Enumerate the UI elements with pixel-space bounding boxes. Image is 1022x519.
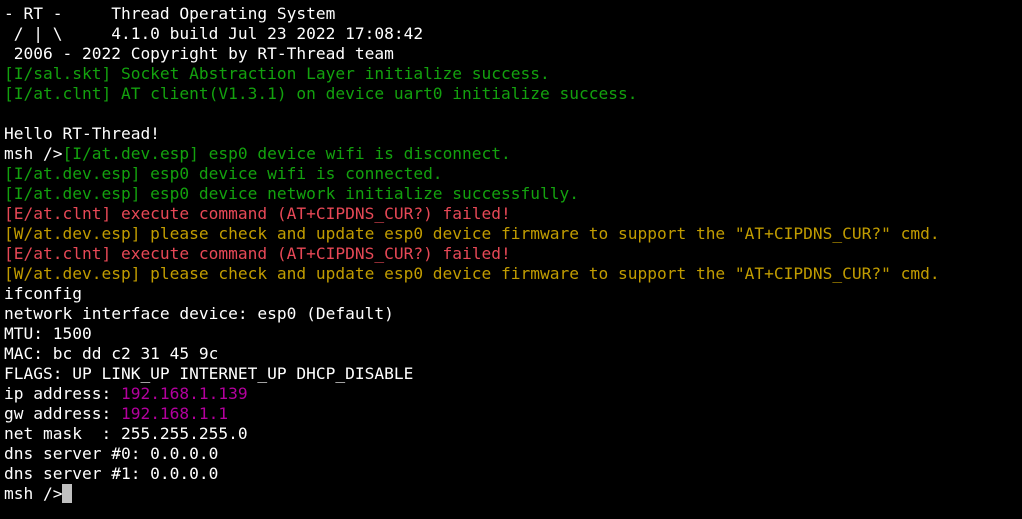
terminal-line: [I/at.dev.esp] esp0 device wifi is conne… [4,164,1022,184]
terminal-line: msh />[I/at.dev.esp] esp0 device wifi is… [4,144,1022,164]
shell-prompt: msh /> [4,484,63,503]
terminal-text-segment: net mask : 255.255.255.0 [4,424,248,443]
terminal-line: / | \ 4.1.0 build Jul 23 2022 17:08:42 [4,24,1022,44]
terminal-line: Hello RT-Thread! [4,124,1022,144]
terminal-line: MTU: 1500 [4,324,1022,344]
terminal-line: MAC: bc dd c2 31 45 9c [4,344,1022,364]
terminal-output[interactable]: - RT - Thread Operating System / | \ 4.1… [0,0,1022,519]
terminal-text-segment: gw address: [4,404,121,423]
terminal-line: [I/at.clnt] AT client(V1.3.1) on device … [4,84,1022,104]
terminal-text-segment: / | \ 4.1.0 build Jul 23 2022 17:08:42 [4,24,424,43]
terminal-text-segment: [I/at.dev.esp] esp0 device network initi… [4,184,579,203]
terminal-text-segment: FLAGS: UP LINK_UP INTERNET_UP DHCP_DISAB… [4,364,414,383]
terminal-line: [E/at.clnt] execute command (AT+CIPDNS_C… [4,204,1022,224]
terminal-text-segment: dns server #1: 0.0.0.0 [4,464,219,483]
terminal-text-segment: 192.168.1.1 [120,404,229,423]
terminal-line: net mask : 255.255.255.0 [4,424,1022,444]
terminal-text-segment: ip address: [4,384,121,403]
terminal-line: [W/at.dev.esp] please check and update e… [4,264,1022,284]
text-cursor [62,484,73,503]
terminal-text-segment: 192.168.1.139 [120,384,248,403]
terminal-line: ifconfig [4,284,1022,304]
terminal-text-segment: ifconfig [4,284,82,303]
terminal-text-segment: [E/at.clnt] execute command (AT+CIPDNS_C… [4,204,511,223]
terminal-line: network interface device: esp0 (Default) [4,304,1022,324]
terminal-text-segment: [W/at.dev.esp] please check and update e… [4,264,940,283]
terminal-line: [W/at.dev.esp] please check and update e… [4,224,1022,244]
terminal-text-segment: MTU: 1500 [4,324,92,343]
terminal-text-segment: MAC: bc dd c2 31 45 9c [4,344,219,363]
terminal-text-segment: [I/at.dev.esp] esp0 device wifi is disco… [62,144,511,163]
terminal-text-segment: - RT - Thread Operating System [4,4,336,23]
terminal-text-segment: dns server #0: 0.0.0.0 [4,444,219,463]
terminal-line: dns server #0: 0.0.0.0 [4,444,1022,464]
terminal-line: dns server #1: 0.0.0.0 [4,464,1022,484]
terminal-line: [I/sal.skt] Socket Abstraction Layer ini… [4,64,1022,84]
terminal-text-segment: [I/at.dev.esp] esp0 device wifi is conne… [4,164,443,183]
terminal-text-segment: [I/at.clnt] AT client(V1.3.1) on device … [4,84,638,103]
terminal-line: [I/at.dev.esp] esp0 device network initi… [4,184,1022,204]
terminal-text-segment: [W/at.dev.esp] please check and update e… [4,224,940,243]
terminal-line: - RT - Thread Operating System [4,4,1022,24]
terminal-text-segment: [E/at.clnt] execute command (AT+CIPDNS_C… [4,244,511,263]
terminal-text-segment: [I/sal.skt] Socket Abstraction Layer ini… [4,64,550,83]
terminal-text-segment: msh /> [4,144,63,163]
terminal-line: ip address: 192.168.1.139 [4,384,1022,404]
prompt-line[interactable]: msh /> [4,484,1022,504]
terminal-line: 2006 - 2022 Copyright by RT-Thread team [4,44,1022,64]
terminal-text-segment: network interface device: esp0 (Default) [4,304,394,323]
terminal-text-segment: 2006 - 2022 Copyright by RT-Thread team [4,44,394,63]
terminal-text-segment: Hello RT-Thread! [4,124,160,143]
terminal-line: FLAGS: UP LINK_UP INTERNET_UP DHCP_DISAB… [4,364,1022,384]
terminal-line: gw address: 192.168.1.1 [4,404,1022,424]
terminal-line: [E/at.clnt] execute command (AT+CIPDNS_C… [4,244,1022,264]
